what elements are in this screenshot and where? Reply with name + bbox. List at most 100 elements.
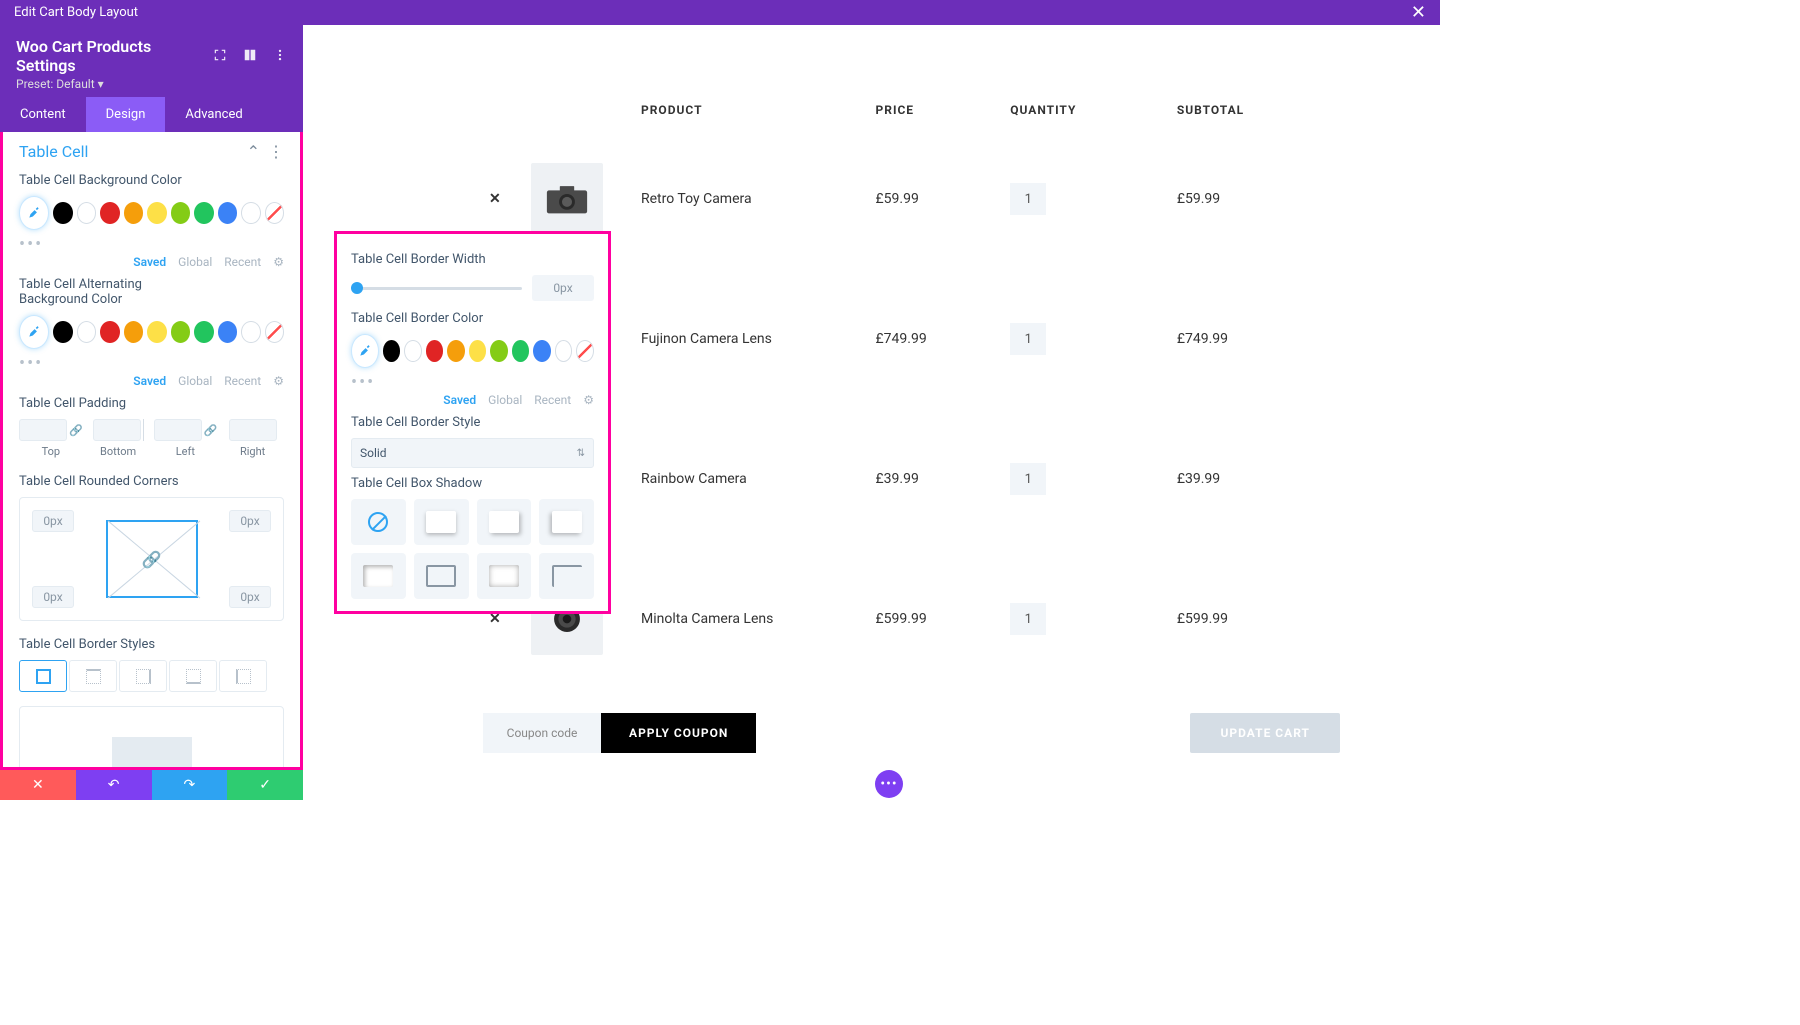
- pad-bottom-input[interactable]: [93, 419, 141, 441]
- swatch-black[interactable]: [53, 202, 72, 224]
- border-left[interactable]: [219, 660, 267, 692]
- swatch-yellow[interactable]: [147, 202, 166, 224]
- fab-more[interactable]: •••: [875, 770, 903, 798]
- tab-advanced[interactable]: Advanced: [165, 97, 262, 132]
- swatch-lime[interactable]: [490, 340, 508, 362]
- cancel-button[interactable]: ✕: [0, 770, 76, 800]
- preset-dropdown[interactable]: Preset: Default ▾: [16, 77, 287, 91]
- global-link[interactable]: Global: [178, 255, 212, 269]
- th-qty: QUANTITY: [1004, 91, 1171, 129]
- qty-input[interactable]: 1: [1010, 603, 1046, 635]
- shadow-7[interactable]: [539, 553, 594, 599]
- border-bottom[interactable]: [169, 660, 217, 692]
- swatch-red[interactable]: [100, 321, 119, 343]
- more-icon[interactable]: ⋮: [268, 142, 284, 161]
- swatch-orange[interactable]: [447, 340, 465, 362]
- swatch-none[interactable]: [265, 202, 284, 224]
- corner-tl[interactable]: 0px: [32, 510, 74, 532]
- apply-coupon-button[interactable]: APPLY COUPON: [601, 713, 756, 753]
- corner-tr[interactable]: 0px: [229, 510, 271, 532]
- tab-design[interactable]: Design: [86, 97, 166, 132]
- shadow-5[interactable]: [414, 553, 469, 599]
- product-price: £749.99: [870, 269, 1005, 409]
- swatch-red[interactable]: [100, 202, 119, 224]
- swatch-orange[interactable]: [124, 321, 143, 343]
- gear-icon[interactable]: ⚙: [273, 255, 284, 269]
- shadow-4[interactable]: [351, 553, 406, 599]
- swatch-white[interactable]: [77, 202, 96, 224]
- shadow-1[interactable]: [414, 499, 469, 545]
- link-icon[interactable]: 🔗: [204, 424, 218, 437]
- swatch-red[interactable]: [426, 340, 444, 362]
- eyedropper-icon[interactable]: [19, 315, 49, 349]
- swatch-green[interactable]: [194, 321, 213, 343]
- swatch-black[interactable]: [53, 321, 72, 343]
- swatch-blue[interactable]: [533, 340, 551, 362]
- border-width-value[interactable]: 0px: [532, 275, 594, 301]
- undo-button[interactable]: ↶: [76, 770, 152, 800]
- tab-content[interactable]: Content: [0, 97, 86, 132]
- eyedropper-icon[interactable]: [351, 334, 379, 368]
- qty-input[interactable]: 1: [1010, 463, 1046, 495]
- coupon-input[interactable]: Coupon code: [483, 713, 601, 753]
- pad-left-input[interactable]: [154, 419, 202, 441]
- more-dots[interactable]: •••: [19, 353, 284, 374]
- swatch-orange[interactable]: [124, 202, 143, 224]
- border-width-slider[interactable]: [351, 287, 522, 290]
- redo-button[interactable]: ↷: [152, 770, 228, 800]
- swatch-white2[interactable]: [555, 340, 573, 362]
- swatch-white2[interactable]: [241, 202, 260, 224]
- swatch-none[interactable]: [576, 340, 594, 362]
- link-icon[interactable]: 🔗: [69, 424, 83, 437]
- eyedropper-icon[interactable]: [19, 196, 49, 230]
- corner-bl[interactable]: 0px: [32, 586, 74, 608]
- swatch-blue[interactable]: [218, 202, 237, 224]
- swatch-green[interactable]: [194, 202, 213, 224]
- swatch-green[interactable]: [512, 340, 530, 362]
- expand-icon[interactable]: [213, 47, 227, 66]
- swatch-yellow[interactable]: [147, 321, 166, 343]
- more-dots[interactable]: •••: [19, 234, 284, 255]
- swatch-black[interactable]: [383, 340, 401, 362]
- shadow-none[interactable]: [351, 499, 406, 545]
- global-link[interactable]: Global: [488, 393, 522, 407]
- swatch-none[interactable]: [265, 321, 284, 343]
- saved-link[interactable]: Saved: [443, 393, 476, 407]
- shadow-2[interactable]: [477, 499, 532, 545]
- pad-right-input[interactable]: [229, 419, 277, 441]
- shadow-6[interactable]: [477, 553, 532, 599]
- swatch-white[interactable]: [404, 340, 422, 362]
- saved-link[interactable]: Saved: [133, 374, 166, 388]
- link-icon[interactable]: 🔗: [142, 550, 162, 569]
- recent-link[interactable]: Recent: [224, 255, 261, 269]
- more-dots[interactable]: •••: [351, 372, 594, 393]
- columns-icon[interactable]: [243, 47, 257, 66]
- border-top[interactable]: [69, 660, 117, 692]
- border-right[interactable]: [119, 660, 167, 692]
- more-icon[interactable]: [273, 47, 287, 66]
- update-cart-button[interactable]: UPDATE CART: [1190, 713, 1340, 753]
- swatch-white[interactable]: [77, 321, 96, 343]
- global-link[interactable]: Global: [178, 374, 212, 388]
- swatch-yellow[interactable]: [469, 340, 487, 362]
- pad-top-input[interactable]: [19, 419, 67, 441]
- save-button[interactable]: ✓: [227, 770, 303, 800]
- recent-link[interactable]: Recent: [534, 393, 571, 407]
- shadow-3[interactable]: [539, 499, 594, 545]
- qty-input[interactable]: 1: [1010, 323, 1046, 355]
- corner-br[interactable]: 0px: [229, 586, 271, 608]
- qty-input[interactable]: 1: [1010, 183, 1046, 215]
- border-all[interactable]: [19, 660, 67, 692]
- border-style-select[interactable]: Solid ⇅: [351, 438, 594, 468]
- swatch-lime[interactable]: [171, 202, 190, 224]
- swatch-white2[interactable]: [241, 321, 260, 343]
- recent-link[interactable]: Recent: [224, 374, 261, 388]
- gear-icon[interactable]: ⚙: [273, 374, 284, 388]
- close-icon[interactable]: ✕: [1411, 2, 1426, 23]
- remove-button[interactable]: ✕: [489, 191, 501, 207]
- gear-icon[interactable]: ⚙: [583, 393, 594, 407]
- section-table-cell[interactable]: Table Cell ⌃⋮: [19, 142, 284, 161]
- swatch-lime[interactable]: [171, 321, 190, 343]
- saved-link[interactable]: Saved: [133, 255, 166, 269]
- swatch-blue[interactable]: [218, 321, 237, 343]
